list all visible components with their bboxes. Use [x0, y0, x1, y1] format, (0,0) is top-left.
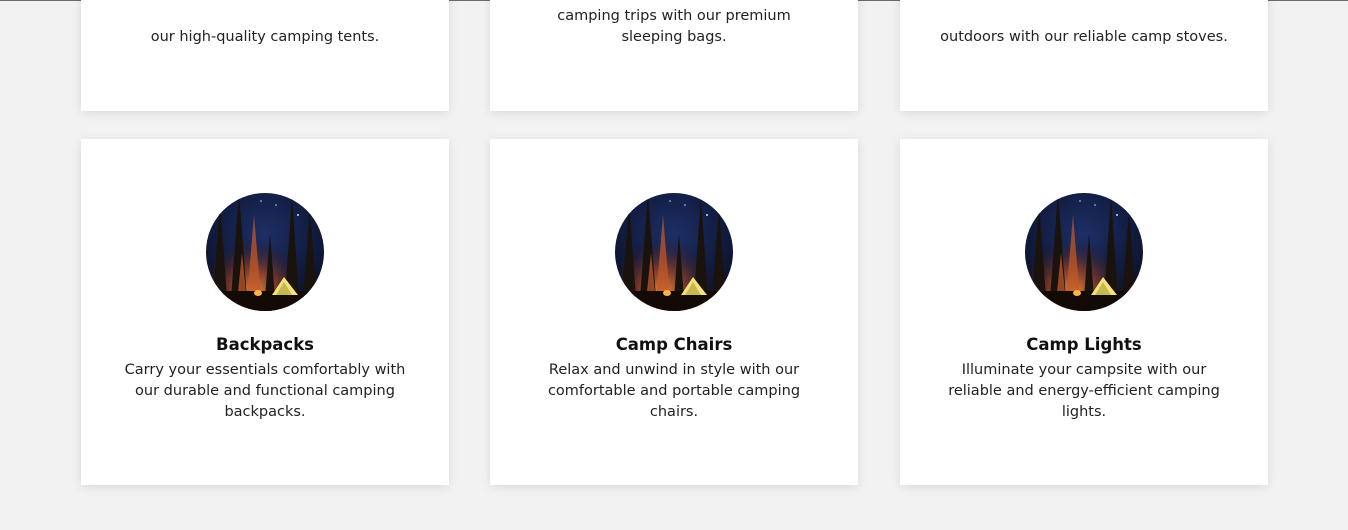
product-card-camp-chairs: Camp Chairs Relax and unwind in style wi… — [490, 139, 858, 485]
product-card-sleeping-bags: camping trips with our premium sleeping … — [490, 0, 858, 111]
product-description: Relax and unwind in style with our comfo… — [547, 362, 801, 420]
product-description: our high-quality camping tents. — [150, 29, 380, 45]
product-title: Camp Lights — [1026, 335, 1142, 354]
product-card-camp-lights: Camp Lights Illuminate your campsite wit… — [900, 139, 1268, 485]
product-description: Illuminate your campsite with our reliab… — [948, 362, 1220, 420]
product-card-tents: our high-quality camping tents. — [81, 0, 449, 111]
product-description: camping trips with our premium sleeping … — [557, 8, 791, 45]
product-card-camp-stoves: outdoors with our reliable camp stoves. — [900, 0, 1268, 111]
product-card-backpacks: Backpacks Carry your essentials comforta… — [81, 139, 449, 485]
product-description: Carry your essentials comfortably with o… — [124, 362, 406, 420]
camping-night-tent-photo-icon — [206, 193, 324, 311]
camping-night-tent-photo-icon — [615, 193, 733, 311]
product-title: Backpacks — [216, 335, 314, 354]
product-image — [206, 193, 324, 311]
product-image — [1025, 193, 1143, 311]
product-description: outdoors with our reliable camp stoves. — [940, 29, 1228, 45]
product-image — [615, 193, 733, 311]
camping-night-tent-photo-icon — [1025, 193, 1143, 311]
product-title: Camp Chairs — [615, 335, 733, 354]
